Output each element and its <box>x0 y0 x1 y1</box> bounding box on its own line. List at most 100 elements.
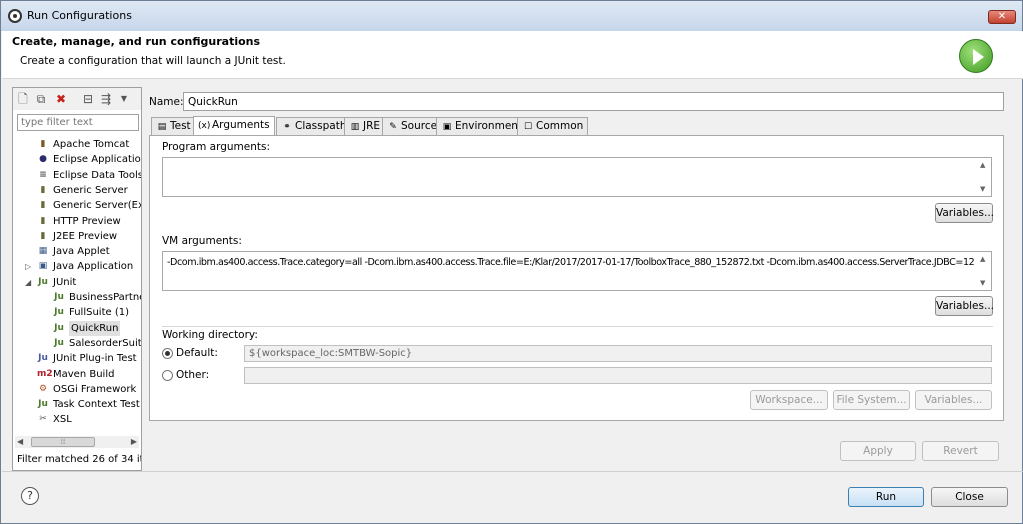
run-banner-icon <box>959 39 993 73</box>
tree-item-label: HTTP Preview <box>53 215 121 227</box>
tab-common[interactable]: ☐ Common <box>517 117 589 135</box>
junit-icon: Ju <box>54 322 64 333</box>
classpath-icon: ⚭ <box>283 122 291 132</box>
tree-item-label: Generic Server(External Launch) <box>53 200 141 212</box>
tree-item-label: OSGi Framework <box>53 383 137 395</box>
program-args-scrollbar[interactable]: ▲ ▼ <box>978 159 990 195</box>
tab-label: Test <box>170 120 191 132</box>
filter-input[interactable] <box>17 114 139 131</box>
junit-icon: Ju <box>54 307 64 318</box>
duplicate-config-icon[interactable]: ⧉ <box>34 92 48 106</box>
default-radio[interactable] <box>162 348 173 359</box>
tab-label: Classpath <box>295 120 347 132</box>
header-subtitle: Create a configuration that will launch … <box>20 55 286 67</box>
filter-config-icon[interactable]: ⇶ <box>99 92 113 106</box>
workspace-button[interactable]: Workspace... <box>750 390 828 410</box>
junit-icon: Ju <box>38 399 48 410</box>
server-icon: ▮ <box>40 215 46 226</box>
name-field[interactable] <box>183 92 1004 111</box>
junit-icon: Ju <box>54 337 64 348</box>
arguments-icon: (x) <box>198 121 211 131</box>
source-icon: ✎ <box>389 122 397 132</box>
server-icon: ▮ <box>40 184 46 195</box>
applet-icon: ▦ <box>38 246 48 257</box>
new-config-icon[interactable]: 🗋 <box>16 92 30 106</box>
tree-item-label: JUnit <box>53 276 77 288</box>
tab-arguments[interactable]: (x) Arguments <box>193 116 275 136</box>
collapsed-chevron-icon[interactable]: ▷ <box>25 263 33 271</box>
file-system-button[interactable]: File System... <box>833 390 910 410</box>
expanded-chevron-icon[interactable]: ◢ <box>25 278 33 287</box>
name-label: Name: <box>149 96 184 108</box>
program-variables-button[interactable]: Variables... <box>935 203 994 223</box>
title-bar: Run Configurations ✕ <box>1 1 1022 31</box>
tab-source[interactable]: ✎ Source <box>382 117 443 135</box>
working-directory-label: Working directory: <box>162 329 258 341</box>
tab-label: Source <box>401 120 438 132</box>
test-icon: ▤ <box>157 122 167 132</box>
scroll-down-icon[interactable]: ▼ <box>980 279 985 287</box>
configuration-tree: ▮ Apache Tomcat ● Eclipse Application ≡ Eclip… <box>13 134 141 434</box>
footer-separator <box>2 471 1023 472</box>
tomcat-icon: ▮ <box>40 139 46 149</box>
tab-label: Common <box>536 120 584 132</box>
tree-item-label: Maven Build <box>53 368 115 380</box>
server-icon: ▮ <box>40 200 46 211</box>
close-window-button[interactable]: ✕ <box>988 10 1016 24</box>
osgi-icon: ⚙ <box>38 383 48 394</box>
tree-item-label: QuickRun <box>69 320 121 336</box>
dialog-header: Create, manage, and run configurations C… <box>2 31 1023 79</box>
close-button[interactable]: Close <box>931 487 1008 507</box>
window-title: Run Configurations <box>27 9 132 22</box>
scroll-up-icon[interactable]: ▲ <box>980 161 985 169</box>
help-icon[interactable]: ? <box>21 487 39 505</box>
tree-horizontal-scrollbar[interactable]: ◀ ⦙⦙⦙ ▶ <box>15 436 139 448</box>
xsl-icon: ✂ <box>39 414 47 425</box>
filter-status: Filter matched 26 of 34 items <box>17 454 141 465</box>
default-label: Default: <box>176 347 218 359</box>
tab-environment[interactable]: ▣ Environment <box>436 117 528 135</box>
tree-item-label: Eclipse Data Tools <box>53 169 141 181</box>
scroll-up-icon[interactable]: ▲ <box>980 255 985 263</box>
collapse-all-icon[interactable]: ⊟ <box>81 92 95 106</box>
delete-config-icon[interactable]: ✖ <box>54 92 68 106</box>
program-arguments-textarea[interactable]: ▲ ▼ <box>162 157 992 197</box>
tree-item-label: Apache Tomcat <box>53 139 130 150</box>
apply-button[interactable]: Apply <box>840 441 916 461</box>
tree-item-label: BusinessPartner <box>69 292 141 303</box>
junit-icon: Ju <box>38 276 48 287</box>
vm-arguments-value: -Dcom.ibm.as400.access.Trace.category=al… <box>167 257 975 268</box>
working-directory-separator <box>162 326 993 327</box>
scroll-down-icon[interactable]: ▼ <box>980 185 985 193</box>
tab-label: JRE <box>363 120 381 132</box>
tree-item-label: Generic Server <box>53 184 128 196</box>
environment-icon: ▣ <box>442 122 452 132</box>
junit-icon: Ju <box>54 292 64 302</box>
scroll-left-icon[interactable]: ◀ <box>17 437 23 446</box>
vm-variables-button[interactable]: Variables... <box>935 296 994 316</box>
revert-button[interactable]: Revert <box>922 441 999 461</box>
other-radio[interactable] <box>162 370 173 381</box>
run-configurations-dialog: Run Configurations ✕ Create, manage, and… <box>0 0 1023 524</box>
tree-item-label: XSL <box>53 414 72 426</box>
tree-item-label: Eclipse Application <box>53 154 141 166</box>
run-button[interactable]: Run <box>848 487 924 507</box>
eclipse-app-icon <box>8 9 22 23</box>
common-icon: ☐ <box>523 122 533 132</box>
tab-jre[interactable]: ▥ JRE <box>344 117 386 135</box>
tab-classpath[interactable]: ⚭ Classpath <box>276 117 352 135</box>
jre-icon: ▥ <box>350 122 360 132</box>
database-icon: ≡ <box>39 169 47 180</box>
scroll-right-icon[interactable]: ▶ <box>131 437 137 446</box>
arguments-panel: Program arguments: ▲ ▼ Variables... VM a… <box>149 135 1004 421</box>
java-app-icon: ▣ <box>38 261 48 272</box>
view-menu-chevron-down-icon[interactable]: ▼ <box>117 92 131 106</box>
tree-item-label: JUnit Plug-in Test <box>53 353 137 365</box>
configuration-tree-pane: 🗋 ⧉ ✖ ⊟ ⇶ ▼ ▮ Apache Tomcat ● Eclipse Appli… <box>12 87 142 471</box>
other-directory-field <box>244 367 992 384</box>
tab-test[interactable]: ▤ Test <box>151 117 196 135</box>
vm-arguments-textarea[interactable]: -Dcom.ibm.as400.access.Trace.category=al… <box>162 251 992 291</box>
vm-args-scrollbar[interactable]: ▲ ▼ <box>978 253 990 289</box>
working-dir-variables-button[interactable]: Variables... <box>915 390 992 410</box>
scrollbar-thumb[interactable]: ⦙⦙⦙ <box>31 437 95 447</box>
